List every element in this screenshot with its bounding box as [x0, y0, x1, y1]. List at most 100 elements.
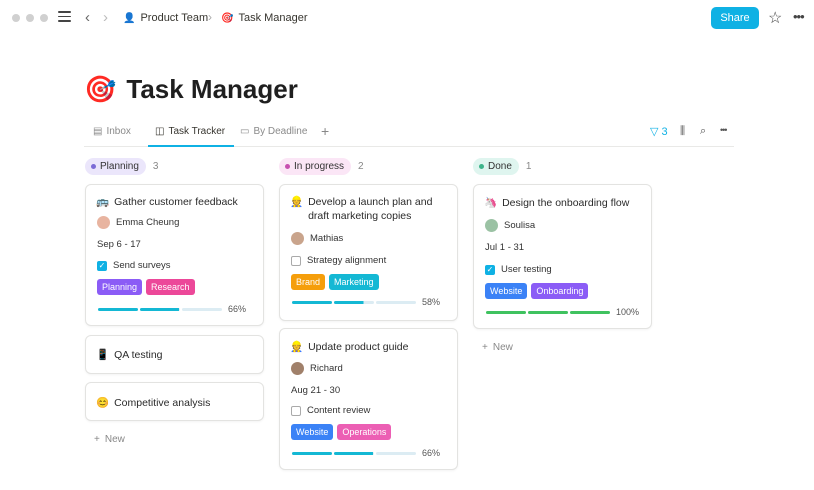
- task-card[interactable]: 😊 Competitive analysis: [85, 382, 264, 421]
- assignee[interactable]: Mathias: [291, 232, 343, 245]
- task-card[interactable]: 🚌 Gather customer feedback Emma Cheung S…: [85, 184, 264, 326]
- share-button[interactable]: Share: [711, 7, 759, 29]
- plus-icon: +: [482, 342, 488, 353]
- card-title: 👷 Update product guide: [290, 341, 409, 353]
- tag-list: Website Onboarding: [485, 283, 589, 299]
- status-dot-icon: [479, 164, 484, 169]
- smile-icon: 😊: [96, 397, 110, 409]
- progress-percent: 66%: [422, 448, 441, 458]
- top-bar: ‹ › 👤 Product Team › 🎯 Task Manager Shar…: [0, 0, 814, 36]
- avatar: [97, 216, 110, 229]
- tab-inbox[interactable]: ▤ Inbox: [93, 126, 131, 137]
- column-header-planning: Planning 3: [85, 158, 158, 175]
- assignee[interactable]: Emma Cheung: [97, 216, 179, 229]
- checkbox-unchecked-icon[interactable]: [291, 405, 301, 416]
- back-icon[interactable]: ‹: [85, 9, 90, 26]
- tag[interactable]: Operations: [337, 424, 392, 440]
- more-options-icon[interactable]: •••: [720, 125, 728, 135]
- card-title: 😊 Competitive analysis: [96, 397, 211, 409]
- breadcrumb-team[interactable]: 👤 Product Team: [123, 12, 208, 24]
- avatar: [485, 219, 498, 232]
- card-title: 👷 Develop a launch plan and draft market…: [290, 196, 433, 222]
- subtask[interactable]: ✓ Send surveys: [97, 260, 171, 271]
- progress-bar: 66%: [292, 448, 440, 458]
- checkbox-checked-icon[interactable]: ✓: [97, 260, 107, 271]
- phone-icon: 📱: [96, 349, 110, 361]
- progress-bar: 66%: [98, 304, 246, 314]
- task-card[interactable]: 👷 Develop a launch plan and draft market…: [279, 184, 458, 321]
- subtask[interactable]: ✓ User testing: [485, 264, 552, 275]
- worker-icon: 👷: [290, 341, 304, 353]
- progress-segment: [334, 451, 374, 455]
- board-icon: ◫: [155, 126, 165, 137]
- breadcrumb-separator-icon: ›: [208, 10, 212, 24]
- progress-segment: [376, 451, 416, 455]
- tag[interactable]: Onboarding: [531, 283, 589, 299]
- tag[interactable]: Research: [146, 279, 195, 295]
- progress-segment: [292, 451, 332, 455]
- tag[interactable]: Marketing: [329, 274, 379, 290]
- new-task-button[interactable]: + New: [482, 342, 513, 353]
- minimize-window-icon[interactable]: [26, 14, 34, 22]
- close-window-icon[interactable]: [12, 14, 20, 22]
- status-dot-icon: [285, 164, 290, 169]
- progress-segment: [376, 300, 416, 304]
- filter-icon: ▽: [650, 126, 659, 138]
- subtask[interactable]: Content review: [291, 405, 370, 416]
- menu-icon[interactable]: [58, 11, 71, 23]
- table-icon: ▤: [93, 126, 103, 137]
- column-count: 3: [152, 161, 159, 172]
- status-badge[interactable]: Done: [473, 158, 519, 175]
- date-range: Sep 6 - 17: [97, 239, 141, 250]
- progress-segment: [182, 307, 222, 311]
- subtask[interactable]: Strategy alignment: [291, 255, 386, 266]
- tab-task-tracker[interactable]: ◫ Task Tracker: [155, 126, 225, 137]
- target-icon: 🎯: [84, 74, 117, 104]
- forward-icon[interactable]: ›: [103, 9, 108, 26]
- progress-percent: 58%: [422, 297, 441, 307]
- progress-bar: 100%: [486, 307, 639, 317]
- tag[interactable]: Website: [291, 424, 334, 440]
- tab-by-deadline[interactable]: ▭ By Deadline: [240, 126, 307, 137]
- checkbox-unchecked-icon[interactable]: [291, 255, 301, 266]
- filter-button[interactable]: ▽ 3: [650, 125, 668, 138]
- tag[interactable]: Brand: [291, 274, 326, 290]
- progress-segment: [334, 300, 374, 304]
- tag[interactable]: Website: [485, 283, 528, 299]
- window-controls[interactable]: [12, 14, 48, 22]
- progress-segment: [292, 300, 332, 304]
- search-icon[interactable]: ⌕: [700, 125, 706, 138]
- task-card[interactable]: 👷 Update product guide Richard Aug 21 - …: [279, 328, 458, 470]
- progress-bar: 58%: [292, 297, 440, 307]
- column-count: 2: [358, 161, 364, 172]
- plus-icon: +: [94, 434, 100, 445]
- new-task-button[interactable]: + New: [94, 434, 125, 445]
- progress-percent: 100%: [616, 307, 640, 317]
- column-header-done: Done 1: [473, 158, 531, 175]
- star-icon[interactable]: ☆: [768, 8, 782, 28]
- assignee[interactable]: Soulisa: [485, 219, 535, 232]
- status-badge[interactable]: In progress: [279, 158, 352, 175]
- status-badge[interactable]: Planning: [85, 158, 146, 175]
- target-icon: 🎯: [221, 12, 234, 24]
- page-title: 🎯 Task Manager: [84, 74, 298, 105]
- worker-icon: 👷: [290, 196, 304, 208]
- group-icon[interactable]: ⫼: [680, 125, 685, 138]
- card-title: 🚌 Gather customer feedback: [96, 196, 238, 208]
- card-title: 📱 QA testing: [96, 349, 163, 361]
- tag[interactable]: Planning: [97, 279, 143, 295]
- more-options-icon[interactable]: •••: [793, 9, 805, 24]
- maximize-window-icon[interactable]: [40, 14, 48, 22]
- task-card[interactable]: 📱 QA testing: [85, 335, 264, 374]
- add-view-icon[interactable]: +: [321, 123, 329, 139]
- view-tabs: ▤ Inbox ◫ Task Tracker ▭ By Deadline + ▽…: [84, 122, 734, 147]
- progress-segment: [528, 310, 568, 314]
- progress-segment: [140, 307, 180, 311]
- breadcrumb-page[interactable]: 🎯 Task Manager: [221, 12, 308, 24]
- task-card[interactable]: 🦄 Design the onboarding flow Soulisa Jul…: [473, 184, 652, 329]
- avatar: [291, 362, 304, 375]
- progress-segment: [570, 310, 610, 314]
- progress-percent: 66%: [228, 304, 247, 314]
- assignee[interactable]: Richard: [291, 362, 343, 375]
- checkbox-checked-icon[interactable]: ✓: [485, 264, 495, 275]
